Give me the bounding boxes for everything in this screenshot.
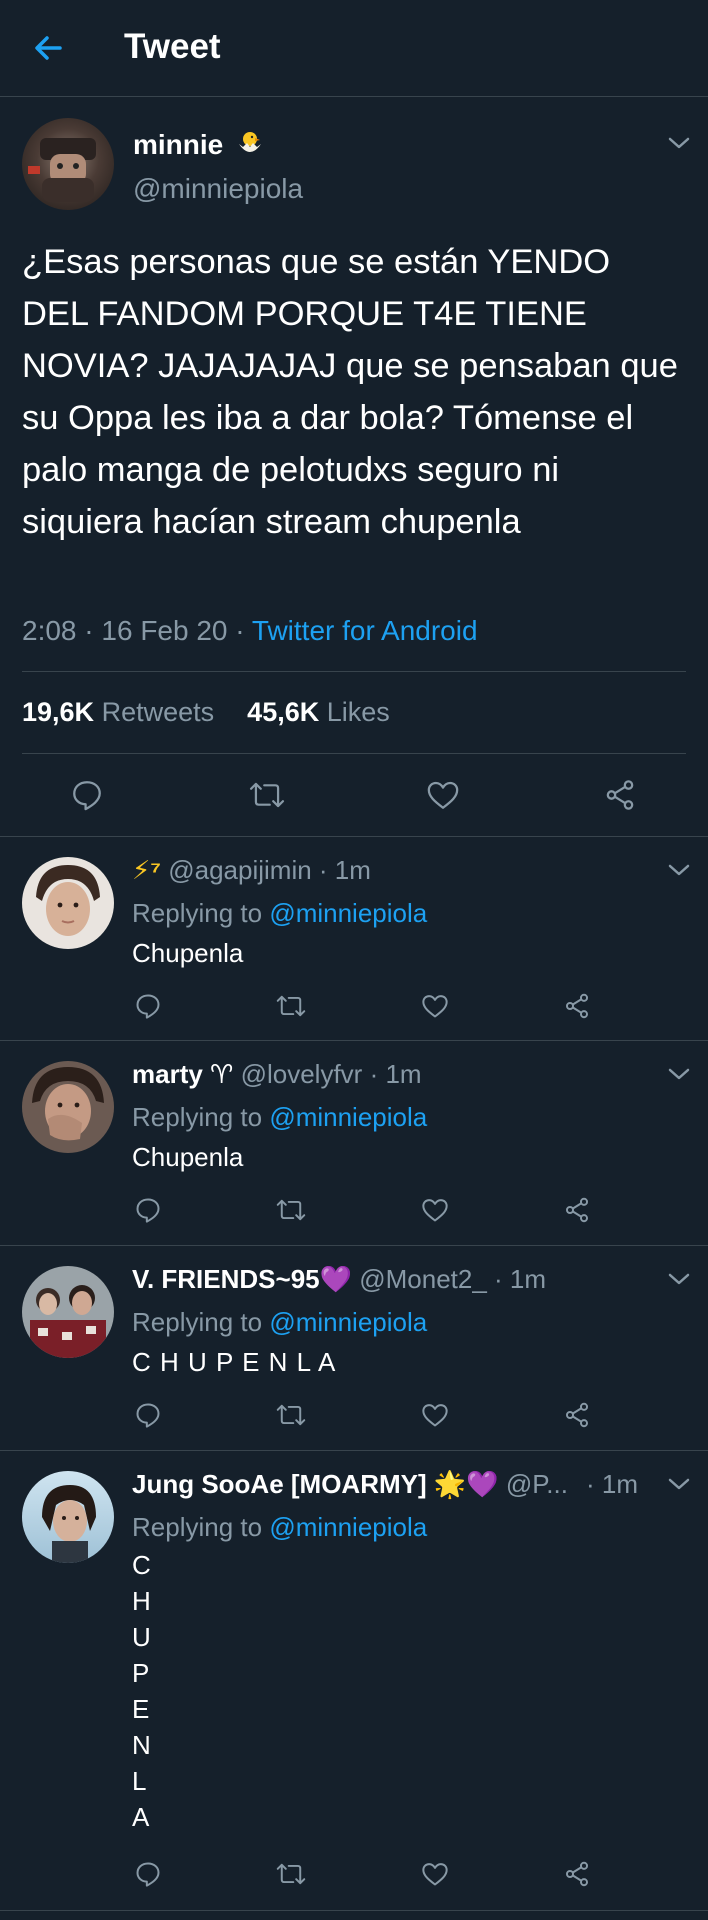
replying-to-handle-link[interactable]: @minniepiola bbox=[269, 1307, 427, 1337]
reply-icon[interactable] bbox=[134, 1196, 162, 1224]
replying-to: Replying to @minniepiola bbox=[132, 1102, 427, 1133]
retweets-stat[interactable]: 19,6K Retweets bbox=[22, 697, 222, 727]
reply-author-handle[interactable]: @Monet2_ bbox=[359, 1264, 487, 1294]
tweet-meta: 2:08 · 16 Feb 20 · Twitter for Android bbox=[22, 615, 478, 647]
likes-count: 45,6K bbox=[247, 697, 320, 727]
replying-to-label: Replying to bbox=[132, 1307, 263, 1337]
retweets-count: 19,6K bbox=[22, 697, 95, 727]
chevron-down-icon[interactable] bbox=[666, 1475, 692, 1493]
tweet-date: 16 Feb 20 bbox=[101, 615, 228, 646]
author-handle[interactable]: @minniepiola bbox=[133, 173, 303, 205]
reply-letter: E bbox=[132, 1694, 150, 1724]
replying-to-handle-link[interactable]: @minniepiola bbox=[269, 1512, 427, 1542]
reply-divider bbox=[0, 1450, 708, 1451]
replying-to: Replying to @minniepiola bbox=[132, 1512, 427, 1543]
reply-author-name[interactable]: ⚡⁷ bbox=[132, 855, 161, 885]
reply-text: C H U P E N L A bbox=[132, 1547, 151, 1835]
reply-author-name[interactable]: V. FRIENDS~95💜 bbox=[132, 1264, 352, 1294]
tweet-stats: 19,6K Retweets 45,6K Likes bbox=[22, 697, 390, 728]
replying-to-label: Replying to bbox=[132, 1512, 263, 1542]
reply-text: Chupenla bbox=[132, 938, 244, 968]
avatar[interactable] bbox=[22, 857, 114, 949]
tweet-time: 2:08 bbox=[22, 615, 77, 646]
likes-label: Likes bbox=[326, 697, 390, 727]
top-bar: Tweet bbox=[0, 0, 708, 96]
chevron-down-icon[interactable] bbox=[666, 1065, 692, 1083]
likes-stat[interactable]: 45,6K Likes bbox=[247, 697, 390, 727]
reply-author-handle[interactable]: @P... bbox=[506, 1469, 568, 1499]
reply-divider bbox=[0, 1245, 708, 1246]
retweet-icon[interactable] bbox=[276, 1860, 306, 1888]
reply-icon[interactable] bbox=[134, 1401, 162, 1429]
retweet-icon[interactable] bbox=[249, 778, 285, 812]
reply-letter: P bbox=[132, 1658, 150, 1688]
reply-text: Chupenla bbox=[132, 1142, 244, 1172]
like-icon[interactable] bbox=[425, 778, 461, 812]
tweet-text: ¿Esas personas que se están YENDO DEL FA… bbox=[22, 243, 678, 541]
hatching-chick-emoji-icon bbox=[239, 132, 262, 152]
reply-header: Jung SooAe [MOARMY] 🌟💜 @P... bbox=[132, 1469, 648, 1500]
replying-to: Replying to @minniepiola bbox=[132, 898, 427, 929]
chevron-down-icon[interactable] bbox=[666, 134, 692, 152]
reply-letter: A bbox=[132, 1802, 150, 1832]
reply-letter: U bbox=[132, 1622, 151, 1652]
share-icon[interactable] bbox=[563, 1860, 591, 1888]
like-icon[interactable] bbox=[420, 1860, 450, 1888]
reply-letter: C bbox=[132, 1550, 151, 1580]
replying-to-label: Replying to bbox=[132, 1102, 263, 1132]
reply-author-name[interactable]: marty ♈ bbox=[132, 1059, 233, 1089]
reply-author-name[interactable]: Jung SooAe [MOARMY] 🌟💜 bbox=[132, 1469, 499, 1499]
retweet-icon[interactable] bbox=[276, 1196, 306, 1224]
reply-divider bbox=[0, 1040, 708, 1041]
share-icon[interactable] bbox=[563, 992, 591, 1020]
replying-to-handle-link[interactable]: @minniepiola bbox=[269, 898, 427, 928]
retweets-label: Retweets bbox=[101, 697, 215, 727]
replying-to: Replying to @minniepiola bbox=[132, 1307, 427, 1338]
retweet-icon[interactable] bbox=[276, 992, 306, 1020]
meta-separator: · bbox=[84, 615, 102, 646]
reply-divider bbox=[0, 1910, 708, 1911]
share-icon[interactable] bbox=[563, 1196, 591, 1224]
reply-letter: L bbox=[132, 1766, 147, 1796]
reply-letter: H bbox=[132, 1586, 151, 1616]
reply-header: marty ♈ @lovelyfvr · 1m bbox=[132, 1059, 422, 1090]
share-icon[interactable] bbox=[603, 778, 637, 812]
avatar[interactable] bbox=[22, 1266, 114, 1358]
meta-divider bbox=[22, 671, 686, 672]
reply-time: · 1m bbox=[586, 1469, 638, 1499]
reply-time: · 1m bbox=[318, 855, 371, 885]
tweet-source-link[interactable]: Twitter for Android bbox=[252, 615, 478, 646]
reply-icon[interactable] bbox=[70, 778, 104, 812]
reply-author-handle[interactable]: @lovelyfvr bbox=[241, 1059, 363, 1089]
avatar[interactable] bbox=[22, 1471, 114, 1563]
meta-separator: · bbox=[235, 615, 252, 646]
like-icon[interactable] bbox=[420, 1401, 450, 1429]
replying-to-label: Replying to bbox=[132, 898, 263, 928]
author-name[interactable]: minnie bbox=[133, 128, 265, 161]
reply-author-handle[interactable]: @agapijimin bbox=[168, 855, 311, 885]
chevron-down-icon[interactable] bbox=[666, 1270, 692, 1288]
reply-time: · 1m bbox=[494, 1264, 547, 1294]
page-title: Tweet bbox=[124, 27, 221, 66]
share-icon[interactable] bbox=[563, 1401, 591, 1429]
avatar[interactable] bbox=[22, 1061, 114, 1153]
like-icon[interactable] bbox=[420, 992, 450, 1020]
back-arrow-icon[interactable] bbox=[30, 30, 66, 66]
chevron-down-icon[interactable] bbox=[666, 861, 692, 879]
replying-to-handle-link[interactable]: @minniepiola bbox=[269, 1102, 427, 1132]
reply-text: C H U P E N L A bbox=[132, 1347, 337, 1377]
reply-icon[interactable] bbox=[134, 992, 162, 1020]
tweet-divider bbox=[0, 836, 708, 837]
avatar[interactable] bbox=[22, 118, 114, 210]
reply-time: · 1m bbox=[369, 1059, 422, 1089]
stats-divider bbox=[22, 753, 686, 754]
reply-letter: N bbox=[132, 1730, 151, 1760]
header-divider bbox=[0, 96, 708, 97]
reply-header: V. FRIENDS~95💜 @Monet2_ · 1m bbox=[132, 1264, 546, 1295]
like-icon[interactable] bbox=[420, 1196, 450, 1224]
reply-header: ⚡⁷ @agapijimin · 1m bbox=[132, 855, 371, 886]
reply-icon[interactable] bbox=[134, 1860, 162, 1888]
retweet-icon[interactable] bbox=[276, 1401, 306, 1429]
